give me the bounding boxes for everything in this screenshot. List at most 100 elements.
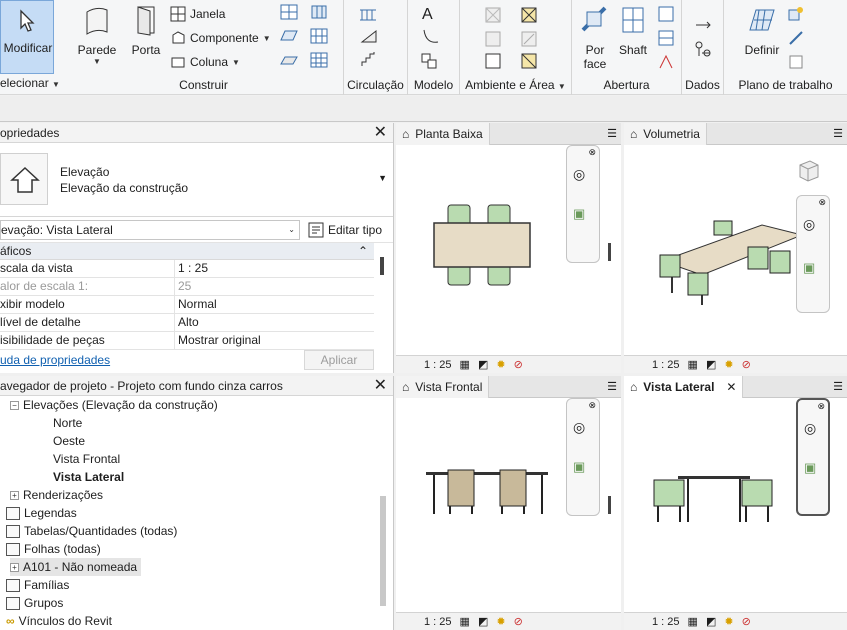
tree-renderizacoes[interactable]: + Renderizações bbox=[10, 486, 103, 504]
porta-button[interactable]: Porta bbox=[126, 4, 166, 57]
tab-vista-frontal[interactable]: ⌂ Vista Frontal bbox=[396, 375, 490, 398]
tree-folhas[interactable]: Folhas (todas) bbox=[6, 540, 101, 558]
tab-volumetria[interactable]: ⌂ Volumetria bbox=[624, 122, 707, 145]
curtain-grid-icon[interactable] bbox=[280, 4, 298, 20]
chevron-down-icon[interactable]: ▼ bbox=[378, 173, 387, 183]
view-scale[interactable]: 1 : 25 bbox=[652, 359, 680, 371]
tree-tabelas[interactable]: Tabelas/Quantidades (todas) bbox=[6, 522, 177, 540]
level-icon[interactable] bbox=[694, 18, 712, 32]
navigation-bar[interactable]: ⊗ ◎ ▣ bbox=[796, 398, 830, 516]
ref-plane-icon[interactable] bbox=[788, 30, 804, 46]
browser-scrollbar[interactable] bbox=[380, 496, 386, 606]
tag-area-icon[interactable] bbox=[520, 52, 538, 70]
visual-style-icon: ◩ bbox=[705, 359, 717, 371]
view-volumetria[interactable]: ⌂ Volumetria ☰ ⊗ ◎ ▣ 1 : 25 ▦ ◩ ✹ ⊘ bbox=[624, 122, 847, 373]
view-menu-icon[interactable]: ☰ bbox=[833, 127, 843, 140]
tree-elevacoes[interactable]: − Elevações (Elevação da construção) bbox=[10, 396, 218, 414]
tree-vinculos[interactable]: ∞ Vínculos do Revit bbox=[6, 612, 112, 630]
vertical-opening-icon[interactable] bbox=[658, 30, 674, 46]
prop-row[interactable]: lível de detalhe Alto bbox=[0, 314, 374, 332]
tree-norte[interactable]: Norte bbox=[53, 414, 82, 432]
stair-icon[interactable] bbox=[360, 50, 380, 68]
view-vista-frontal[interactable]: ⌂ Vista Frontal ☰ ⊗ ◎ ▣ 1 : 25 ▦ ◩ ✹ ⊘ bbox=[396, 375, 621, 630]
tree-legendas[interactable]: Legendas bbox=[6, 504, 77, 522]
panel-construir: Parede ▼ Porta Janela Componente ▼ Coluna… bbox=[64, 0, 344, 95]
viewer-icon[interactable] bbox=[788, 54, 804, 70]
area-icon[interactable] bbox=[520, 6, 538, 24]
ribbon: Modificar elecionar ▼ Parede ▼ Porta Jan… bbox=[0, 0, 847, 95]
roof-icon[interactable] bbox=[280, 28, 298, 44]
view-menu-icon[interactable]: ☰ bbox=[833, 380, 843, 393]
shadows-icon: ⊘ bbox=[513, 616, 523, 628]
zoom-icon: ▣ bbox=[573, 459, 586, 474]
room-icon[interactable] bbox=[484, 6, 502, 24]
modificar-button[interactable]: Modificar bbox=[0, 0, 54, 74]
steering-wheel-icon: ◎ bbox=[803, 216, 816, 232]
view-planta-baixa[interactable]: ⌂ Planta Baixa ☰ ⊗ ◎ ▣ 1 : 25 ▦ ◩ ✹ ⊘ bbox=[396, 122, 621, 373]
view-menu-icon[interactable]: ☰ bbox=[607, 380, 617, 393]
view-control-bar: 1 : 25 ▦ ◩ ✹ ⊘ bbox=[396, 612, 621, 630]
tree-grupos[interactable]: Grupos bbox=[6, 594, 63, 612]
shaft-button[interactable]: Shaft bbox=[616, 4, 650, 57]
dormer-opening-icon[interactable] bbox=[658, 54, 674, 70]
tree-vista-frontal[interactable]: Vista Frontal bbox=[53, 450, 120, 468]
tree-a101[interactable]: + A101 - Não nomeada bbox=[10, 558, 142, 576]
model-line-icon[interactable] bbox=[422, 28, 440, 46]
viewcube-icon[interactable] bbox=[792, 159, 822, 185]
por-face-button[interactable]: Por face bbox=[578, 4, 612, 71]
type-selector[interactable]: Elevação Elevação da construção ▼ bbox=[0, 143, 393, 217]
grid-datum-icon[interactable] bbox=[694, 40, 712, 58]
view-scrollbar[interactable] bbox=[608, 496, 611, 514]
wall-opening-icon[interactable] bbox=[658, 6, 674, 22]
tree-vista-lateral[interactable]: Vista Lateral bbox=[53, 468, 124, 486]
navigation-bar[interactable]: ⊗ ◎ ▣ bbox=[566, 145, 600, 263]
tag-room-icon[interactable] bbox=[484, 52, 502, 70]
grid-icon[interactable] bbox=[310, 28, 328, 44]
dados-label: Dados bbox=[685, 78, 720, 92]
view-control-bar: 1 : 25 ▦ ◩ ✹ ⊘ bbox=[396, 355, 621, 373]
show-workplane-icon[interactable] bbox=[788, 6, 804, 22]
selecionar-dropdown[interactable]: elecionar ▼ bbox=[0, 76, 60, 90]
view-scale[interactable]: 1 : 25 bbox=[652, 616, 680, 628]
navigation-bar[interactable]: ⊗ ◎ ▣ bbox=[566, 398, 600, 516]
navigation-bar[interactable]: ⊗ ◎ ▣ bbox=[796, 195, 830, 313]
view-scale[interactable]: 1 : 25 bbox=[424, 616, 452, 628]
instance-filter-select[interactable]: evação: Vista Lateral ⌄ bbox=[0, 219, 300, 240]
edit-type-button[interactable]: Editar tipo bbox=[308, 222, 382, 238]
properties-scrollbar[interactable] bbox=[380, 257, 384, 275]
definir-button[interactable]: Definir bbox=[742, 4, 782, 57]
tree-oeste[interactable]: Oeste bbox=[53, 432, 85, 450]
mullion-icon[interactable] bbox=[310, 52, 328, 68]
collapse-icon[interactable]: ⌃ bbox=[358, 244, 368, 258]
floor-icon[interactable] bbox=[280, 52, 298, 68]
area-boundary-icon[interactable] bbox=[520, 30, 538, 48]
prop-row[interactable]: alor de escala 1: 25 bbox=[0, 278, 374, 296]
parede-button[interactable]: Parede ▼ bbox=[74, 4, 120, 66]
room-separator-icon[interactable] bbox=[484, 30, 502, 48]
view-menu-icon[interactable]: ☰ bbox=[607, 127, 617, 140]
view-scrollbar[interactable] bbox=[608, 243, 611, 261]
ramp-icon[interactable] bbox=[360, 28, 378, 44]
sun-icon: ✹ bbox=[496, 359, 506, 371]
tree-familias[interactable]: Famílias bbox=[6, 576, 69, 594]
view-vista-lateral[interactable]: ⌂ Vista Lateral ✕ ☰ ⊗ ◎ ▣ 1 : 25 ▦ ◩ ✹ ⊘ bbox=[624, 375, 847, 630]
model-group-icon[interactable] bbox=[420, 52, 438, 70]
janela-button[interactable]: Janela bbox=[170, 4, 225, 24]
steering-wheel-icon: ◎ bbox=[573, 419, 586, 435]
prop-row[interactable]: scala da vista 1 : 25 bbox=[0, 260, 374, 278]
curtain-system-icon[interactable] bbox=[310, 4, 328, 20]
group-graficos[interactable]: áficos ⌃ bbox=[0, 243, 374, 260]
close-icon[interactable]: ✕ bbox=[374, 124, 387, 141]
tab-vista-lateral[interactable]: ⌂ Vista Lateral ✕ bbox=[624, 375, 744, 398]
close-icon[interactable]: ✕ bbox=[374, 377, 387, 394]
railing-icon[interactable] bbox=[358, 6, 378, 22]
prop-row[interactable]: isibilidade de peças Mostrar original bbox=[0, 332, 374, 350]
tab-planta-baixa[interactable]: ⌂ Planta Baixa bbox=[396, 122, 490, 145]
view-scale[interactable]: 1 : 25 bbox=[424, 359, 452, 371]
coluna-button[interactable]: Coluna ▼ bbox=[170, 52, 240, 72]
model-text-icon[interactable]: A bbox=[422, 6, 433, 24]
properties-help-link[interactable]: uda de propriedades bbox=[0, 353, 110, 367]
prop-row[interactable]: xibir modelo Normal bbox=[0, 296, 374, 314]
componente-button[interactable]: Componente ▼ bbox=[170, 28, 271, 48]
apply-button[interactable]: Aplicar bbox=[304, 350, 374, 370]
